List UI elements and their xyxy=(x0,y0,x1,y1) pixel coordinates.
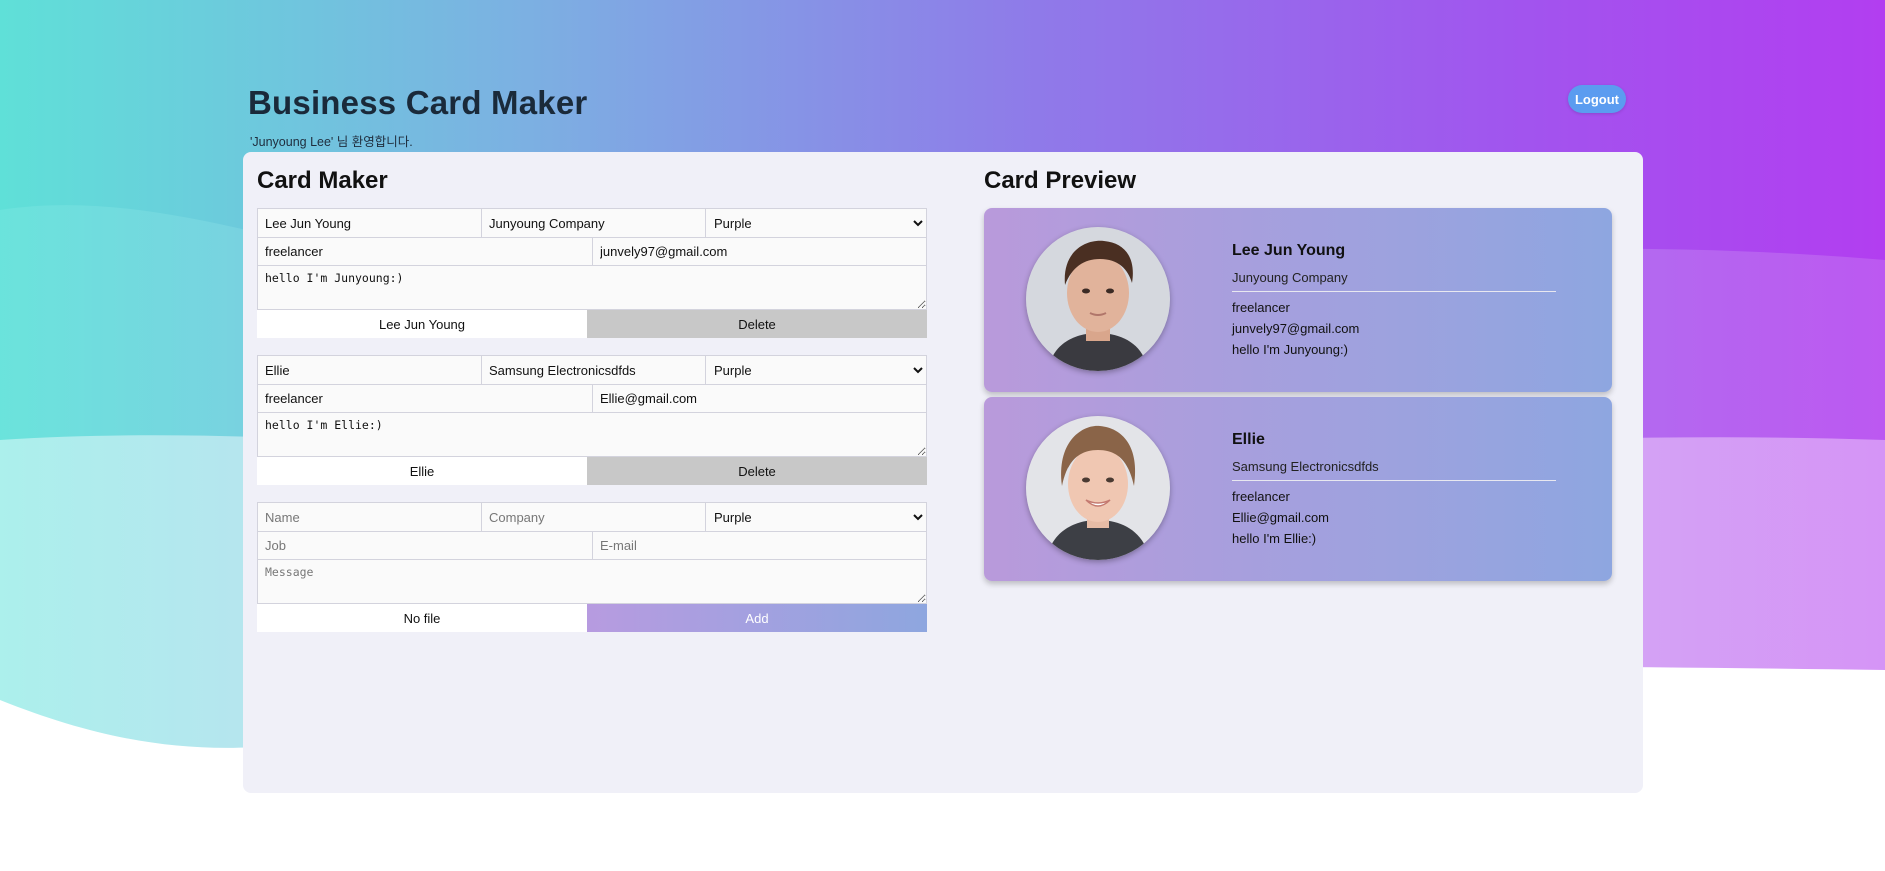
card-email: junvely97@gmail.com xyxy=(1232,321,1360,336)
company-input[interactable] xyxy=(481,355,705,385)
delete-button[interactable]: Delete xyxy=(587,310,927,338)
theme-select[interactable]: Purple xyxy=(705,355,927,385)
card-name: Ellie xyxy=(1232,431,1265,448)
card-edit-form: Purple hello I'm Junyoung:) Lee Jun Youn… xyxy=(257,208,927,338)
card-preview-title: Card Preview xyxy=(984,167,1137,194)
company-input[interactable] xyxy=(481,208,705,238)
name-input[interactable] xyxy=(257,208,481,238)
theme-select[interactable]: Purple xyxy=(705,208,927,238)
card-add-form: Purple No file Add xyxy=(257,502,927,632)
card-company: Samsung Electronicsdfds xyxy=(1232,459,1556,481)
company-input[interactable] xyxy=(481,502,705,532)
preview-card: Lee Jun Young Junyoung Company freelance… xyxy=(984,208,1612,392)
card-name: Lee Jun Young xyxy=(1232,242,1346,259)
welcome-message: 'Junyoung Lee' 님 환영합니다. xyxy=(250,135,413,149)
message-textarea[interactable] xyxy=(257,560,927,604)
preview-card: Ellie Samsung Electronicsdfds freelancer… xyxy=(984,397,1612,581)
card-email: Ellie@gmail.com xyxy=(1232,510,1329,525)
app-title: Business Card Maker xyxy=(248,84,588,121)
add-button[interactable]: Add xyxy=(587,604,927,632)
card-maker-title: Card Maker xyxy=(257,167,388,194)
app-header: Business Card Maker 'Junyoung Lee' 님 환영합… xyxy=(248,84,1628,150)
card-info: Ellie Samsung Electronicsdfds freelancer… xyxy=(1232,430,1556,549)
delete-button[interactable]: Delete xyxy=(587,457,927,485)
card-job: freelancer xyxy=(1232,300,1290,315)
email-input[interactable] xyxy=(592,238,927,266)
message-textarea[interactable]: hello I'm Ellie:) xyxy=(257,413,927,457)
email-input[interactable] xyxy=(592,532,927,560)
card-info: Lee Jun Young Junyoung Company freelance… xyxy=(1232,241,1556,360)
job-input[interactable] xyxy=(257,532,592,560)
female-portrait-image xyxy=(1026,416,1170,560)
main-panel: Card Maker Card Preview Purple hello I'm… xyxy=(243,152,1643,793)
image-file-button[interactable]: No file xyxy=(257,604,587,632)
job-input[interactable] xyxy=(257,238,592,266)
theme-select[interactable]: Purple xyxy=(705,502,927,532)
job-input[interactable] xyxy=(257,385,592,413)
email-input[interactable] xyxy=(592,385,927,413)
image-file-button[interactable]: Ellie xyxy=(257,457,587,485)
male-portrait-image xyxy=(1026,227,1170,371)
card-message: hello I'm Junyoung:) xyxy=(1232,342,1348,357)
card-message: hello I'm Ellie:) xyxy=(1232,531,1317,546)
image-file-button[interactable]: Lee Jun Young xyxy=(257,310,587,338)
name-input[interactable] xyxy=(257,502,481,532)
avatar xyxy=(1026,227,1170,371)
message-textarea[interactable]: hello I'm Junyoung:) xyxy=(257,266,927,310)
name-input[interactable] xyxy=(257,355,481,385)
logout-button[interactable]: Logout xyxy=(1568,85,1626,113)
card-edit-form: Purple hello I'm Ellie:) Ellie Delete xyxy=(257,355,927,485)
card-company: Junyoung Company xyxy=(1232,270,1556,292)
avatar xyxy=(1026,416,1170,560)
card-job: freelancer xyxy=(1232,489,1290,504)
